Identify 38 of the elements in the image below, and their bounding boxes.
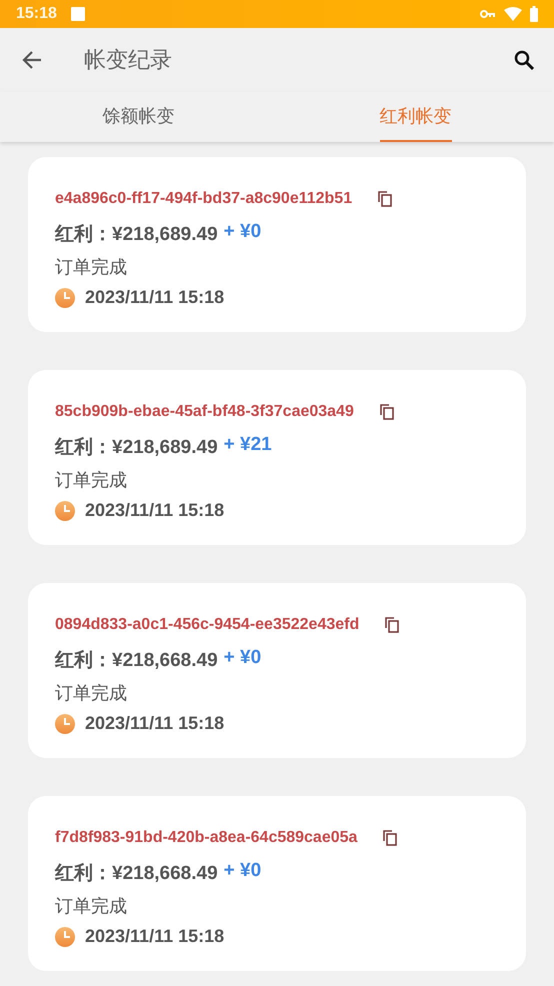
order-id: 0894d833-a0c1-456c-9454-ee3522e43efd	[55, 616, 360, 634]
order-id: f7d8f983-91bd-420b-a8ea-64c589cae05a	[55, 829, 358, 847]
copy-icon[interactable]	[380, 404, 394, 420]
status-time: 15:18	[16, 5, 57, 23]
record-time: 2023/11/11 15:18	[85, 500, 224, 521]
key-icon	[480, 9, 496, 19]
notification-icon	[70, 7, 85, 21]
bonus-change: + ¥0	[224, 647, 262, 670]
bonus-balance: 红利：¥218,668.49	[55, 649, 218, 673]
record-time: 2023/11/11 15:18	[85, 926, 224, 947]
copy-icon[interactable]	[378, 191, 392, 207]
order-status: 订单完成	[55, 682, 128, 705]
bonus-balance: 红利：¥218,689.49	[55, 436, 218, 460]
order-status: 订单完成	[55, 469, 128, 492]
bonus-change: + ¥0	[224, 860, 262, 883]
clock-icon	[55, 500, 75, 520]
order-status: 订单完成	[55, 256, 128, 279]
order-status: 订单完成	[55, 895, 128, 918]
copy-icon[interactable]	[383, 830, 398, 846]
clock-icon	[55, 926, 75, 946]
battery-icon	[530, 6, 538, 22]
bonus-balance: 红利：¥218,668.49	[55, 862, 218, 886]
bonus-balance: 红利：¥218,689.49	[55, 223, 218, 247]
page-title: 帐变纪录	[84, 46, 172, 74]
clock-icon	[55, 288, 75, 308]
bonus-change: + ¥21	[224, 434, 272, 457]
order-id: e4a896c0-ff17-494f-bd37-a8c90e112b51	[55, 190, 352, 208]
tab[interactable]: 馀额帐变	[102, 92, 174, 142]
order-id: 85cb909b-ebae-45af-bf48-3f37cae03a49	[55, 403, 354, 421]
search-icon[interactable]	[514, 50, 534, 70]
tab[interactable]: 红利帐变	[380, 92, 452, 142]
copy-icon[interactable]	[385, 617, 400, 633]
clock-icon	[55, 714, 75, 734]
record-time: 2023/11/11 15:18	[85, 713, 224, 734]
record-time: 2023/11/11 15:18	[85, 287, 224, 308]
wifi-icon	[504, 7, 522, 21]
bonus-change: + ¥0	[224, 221, 262, 244]
back-arrow-icon[interactable]	[22, 51, 42, 69]
